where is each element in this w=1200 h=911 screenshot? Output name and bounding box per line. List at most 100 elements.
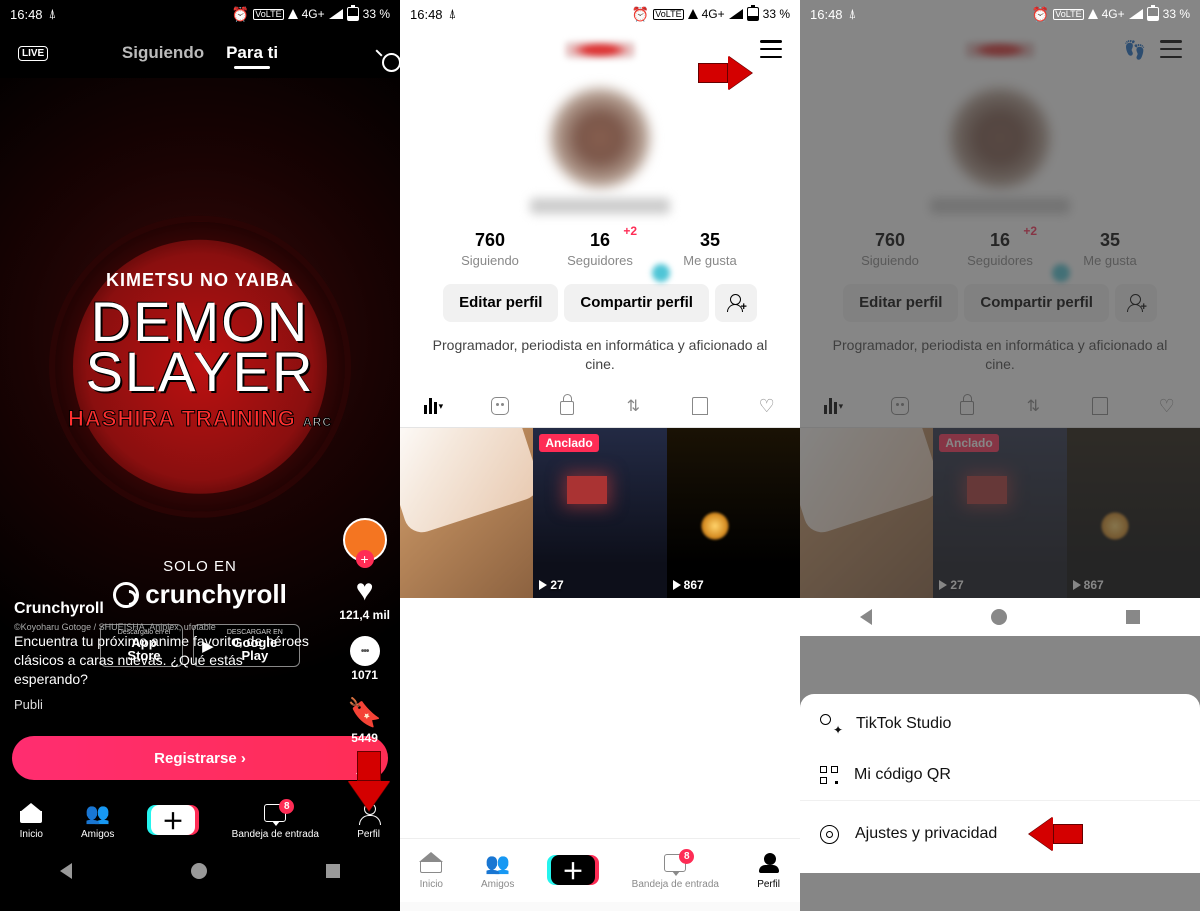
tab-home[interactable]: Inicio [18, 800, 44, 840]
tab-create[interactable]: ＋ [151, 805, 195, 835]
video-thumb-drafts[interactable]: Borradores: 1 [400, 428, 533, 598]
android-navbar [400, 902, 800, 911]
profile-tab-stickers[interactable] [467, 386, 534, 427]
android-navbar [0, 852, 400, 890]
signal-icon [329, 9, 343, 19]
bottom-sheet: TikTok Studio Mi código QR Ajustes y pri… [800, 694, 1200, 873]
feed-topbar: LIVE Siguiendo Para ti [0, 28, 400, 78]
play-icon [673, 580, 681, 590]
add-friends-button[interactable]: + [715, 284, 757, 322]
wifi-icon [288, 9, 298, 19]
profile-bio: Programador, periodista en informática y… [430, 336, 770, 374]
battery-icon [747, 7, 759, 21]
pinned-badge: Anclado [539, 434, 598, 452]
alarm-icon: ⏰ [632, 6, 649, 23]
volte-icon: VoLTE [653, 9, 683, 20]
heart-icon: ♥ [350, 576, 380, 606]
status-bar: 16:48⍋ ⏰ VoLTE 4G+ 33 % [800, 0, 1200, 28]
profile-tab-private[interactable] [533, 386, 600, 427]
feed-grid-icon [424, 398, 437, 414]
video-thumb-1[interactable]: Anclado27 [533, 428, 666, 598]
author-avatar[interactable] [343, 518, 387, 562]
tab-inbox[interactable]: 8Bandeja de entrada [232, 800, 319, 840]
tab-friends[interactable]: 👥Amigos [81, 800, 114, 840]
battery-icon [347, 7, 359, 21]
sticker-icon [491, 397, 509, 415]
repost-icon: ⇅ [627, 396, 640, 416]
profile-handle [530, 198, 670, 214]
homebtn-icon[interactable] [191, 863, 207, 879]
tab-following[interactable]: Siguiendo [122, 43, 204, 63]
plus-icon: ＋ [151, 805, 195, 835]
annotation-arrow-profile [348, 751, 390, 813]
profile-tab-reposts[interactable]: ⇅ [600, 386, 667, 427]
studio-icon [820, 714, 840, 734]
liked-icon: ♡ [759, 396, 775, 417]
edit-profile-button[interactable]: Editar perfil [443, 284, 558, 322]
homebtn-icon[interactable] [991, 609, 1007, 625]
volte-icon: VoLTE [1053, 9, 1083, 20]
back-icon[interactable] [860, 609, 872, 625]
status-bar: 16:48⍋ ⏰ VoLTE 4G+ 33 % [400, 0, 800, 28]
volte-icon: VoLTE [253, 9, 283, 20]
battery-icon [1147, 7, 1159, 21]
home-icon [20, 803, 42, 823]
bottom-tabbar: Inicio 👥Amigos ＋ 8Bandeja de entrada Per… [0, 788, 400, 852]
tab-foryou[interactable]: Para ti [226, 43, 278, 63]
feed-video[interactable]: KIMETSU NO YAIBA DEMONSLAYER HASHIRA TRA… [0, 78, 400, 728]
video-thumb-2[interactable]: 867 [667, 428, 800, 598]
wifi-icon [688, 9, 698, 19]
annotation-arrow-menu [698, 56, 752, 90]
followers-stat[interactable]: +216Seguidores [545, 230, 655, 268]
sheet-item-qr[interactable]: Mi código QR [800, 750, 1200, 800]
bottom-tabbar: Inicio 👥Amigos ＋ 8Bandeja de entrada Per… [400, 838, 800, 902]
like-button[interactable]: ♥121,4 mil [339, 576, 390, 622]
comment-icon: ••• [350, 636, 380, 666]
android-navbar [800, 598, 1200, 636]
tab-home[interactable]: Inicio [418, 850, 444, 890]
play-icon [539, 580, 547, 590]
profile-tab-saved[interactable] [667, 386, 734, 427]
profile-tab-liked[interactable]: ♡ [733, 386, 800, 427]
wifi-icon [1088, 9, 1098, 19]
lock-icon [560, 401, 574, 415]
adduser-icon: + [727, 294, 745, 312]
recents-icon[interactable] [326, 864, 340, 878]
sheet-item-settings[interactable]: Ajustes y privacidad [800, 801, 1200, 867]
tab-inbox[interactable]: 8Bandeja de entrada [632, 850, 719, 890]
annotation-arrow-settings [1029, 817, 1083, 851]
sponsored-tag: Publi [14, 697, 310, 712]
share-profile-button[interactable]: Compartir perfil [564, 284, 709, 322]
sheet-item-studio[interactable]: TikTok Studio [800, 698, 1200, 750]
home-icon [420, 853, 442, 873]
gear-icon [820, 825, 839, 844]
friends-icon: 👥 [485, 850, 511, 876]
recents-icon[interactable] [1126, 610, 1140, 624]
tab-friends[interactable]: 👥Amigos [481, 850, 514, 890]
profile-icon [759, 853, 779, 873]
collection-icon [692, 397, 708, 415]
friends-icon: 👥 [85, 800, 111, 826]
inbox-icon: 8 [664, 854, 686, 872]
new-followers-badge: +2 [623, 224, 637, 238]
save-button[interactable]: 🔖5449 [347, 696, 382, 745]
video-caption: Encuentra tu próximo anime favorito, de … [14, 632, 310, 689]
inbox-icon: 8 [264, 804, 286, 822]
profile-display-name [565, 41, 635, 59]
status-bar: 16:48⍋ ⏰ VoLTE 4G+ 33 % [0, 0, 400, 28]
following-stat[interactable]: 760Siguiendo [435, 230, 545, 268]
hamburger-menu[interactable] [760, 40, 782, 58]
register-button[interactable]: Registrarse › [12, 736, 388, 780]
back-icon[interactable] [60, 863, 72, 879]
signal-icon [1129, 9, 1143, 19]
profile-avatar[interactable] [550, 88, 650, 188]
bookmark-icon: 🔖 [347, 696, 382, 729]
tab-profile[interactable]: Perfil [756, 850, 782, 890]
alarm-icon: ⏰ [232, 6, 249, 23]
signal-icon [729, 9, 743, 19]
tab-create[interactable]: ＋ [551, 855, 595, 885]
live-icon[interactable]: LIVE [18, 46, 48, 61]
likes-stat[interactable]: 35Me gusta [655, 230, 765, 268]
comments-button[interactable]: •••1071 [350, 636, 380, 682]
profile-tab-grid[interactable]: ▾ [400, 386, 467, 427]
